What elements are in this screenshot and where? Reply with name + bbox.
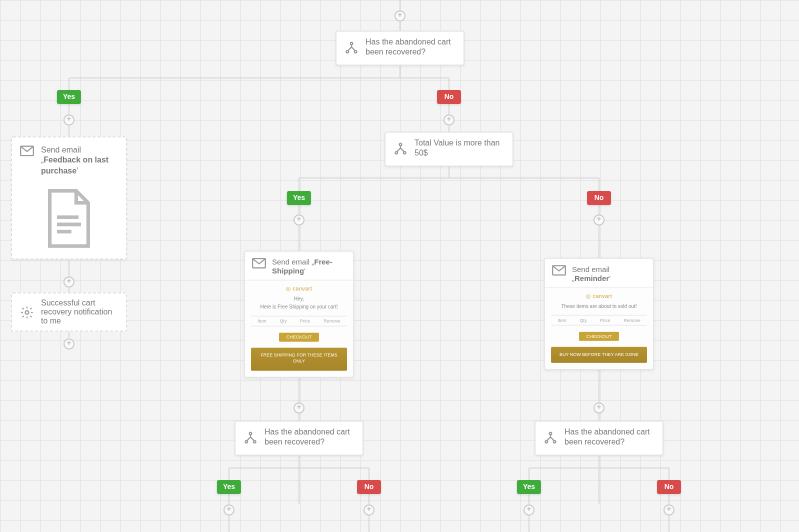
- decision-label: Has the abandoned cart been recovered?: [366, 38, 456, 59]
- action-send-email-feedback[interactable]: Send email „Feedback on last purchase': [11, 136, 127, 259]
- add-step[interactable]: [224, 505, 235, 516]
- add-step[interactable]: [64, 115, 75, 126]
- action-label: Send email „Feedback on last purchase': [41, 145, 118, 176]
- add-step[interactable]: [294, 215, 305, 226]
- action-send-email-free-shipping[interactable]: Send email „Free-Shipping' ◎ canvart Hey…: [244, 251, 354, 378]
- add-step[interactable]: [294, 403, 305, 414]
- action-label: Send email „Free-Shipping': [272, 258, 346, 276]
- email-preview: ◎ canvart These items are about to sold …: [545, 287, 653, 369]
- branch-yes[interactable]: Yes: [287, 191, 311, 205]
- decision-cart-recovered-left[interactable]: Has the abandoned cart been recovered?: [235, 421, 364, 456]
- branch-no[interactable]: No: [657, 480, 681, 494]
- decision-label: Has the abandoned cart been recovered?: [265, 428, 355, 449]
- branch-no[interactable]: No: [437, 90, 461, 104]
- action-send-email-reminder[interactable]: Send email „Reminder' ◎ canvart These it…: [544, 258, 654, 370]
- add-step[interactable]: [594, 215, 605, 226]
- document-icon: [45, 189, 93, 249]
- mail-icon: [552, 265, 566, 276]
- split-icon: [394, 142, 408, 156]
- mail-icon: [20, 145, 34, 156]
- decision-total-value[interactable]: Total Value is more than 50$: [385, 132, 514, 167]
- add-step[interactable]: [64, 277, 75, 288]
- add-step[interactable]: [64, 339, 75, 350]
- add-step[interactable]: [524, 505, 535, 516]
- action-label: Successful cart recovery notification to…: [41, 299, 118, 326]
- add-step[interactable]: [664, 505, 675, 516]
- split-icon: [345, 41, 359, 55]
- branch-yes[interactable]: Yes: [57, 90, 81, 104]
- branch-yes[interactable]: Yes: [517, 480, 541, 494]
- gear-icon: [20, 305, 34, 319]
- split-icon: [244, 431, 258, 445]
- action-label: Send email „Reminder': [572, 265, 646, 283]
- branch-yes[interactable]: Yes: [217, 480, 241, 494]
- document-preview: [20, 183, 118, 251]
- decision-label: Total Value is more than 50$: [415, 139, 505, 160]
- email-preview: ◎ canvart Hey, Here is Free Shipping on …: [245, 280, 353, 377]
- decision-cart-recovered-top[interactable]: Has the abandoned cart been recovered?: [336, 31, 465, 66]
- add-step[interactable]: [444, 115, 455, 126]
- add-step-top[interactable]: [395, 11, 406, 22]
- decision-label: Has the abandoned cart been recovered?: [565, 428, 655, 449]
- add-step[interactable]: [364, 505, 375, 516]
- split-icon: [544, 431, 558, 445]
- mail-icon: [252, 258, 266, 269]
- flow-connectors: [0, 0, 799, 532]
- branch-no[interactable]: No: [587, 191, 611, 205]
- action-internal-notification[interactable]: Successful cart recovery notification to…: [11, 293, 127, 332]
- decision-cart-recovered-right[interactable]: Has the abandoned cart been recovered?: [535, 421, 664, 456]
- add-step[interactable]: [594, 403, 605, 414]
- branch-no[interactable]: No: [357, 480, 381, 494]
